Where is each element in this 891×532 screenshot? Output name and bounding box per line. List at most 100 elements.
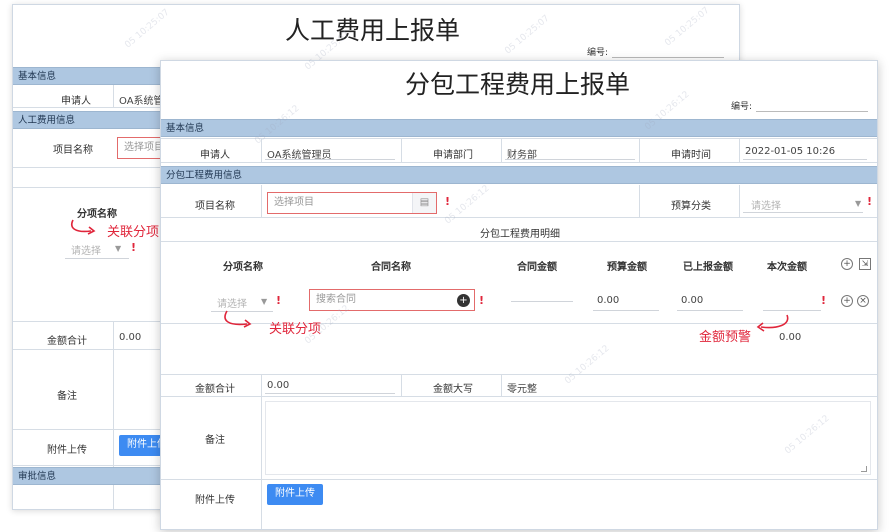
required-icon: !	[131, 241, 137, 254]
current-amount-field[interactable]	[763, 310, 821, 311]
annotation-amount-warning: 金额预警	[699, 330, 752, 345]
remark-label: 备注	[205, 435, 225, 446]
remark-textarea[interactable]	[265, 401, 871, 475]
attachment-label: 附件上传	[195, 495, 235, 506]
divider	[505, 159, 635, 160]
total-label: 金额合计	[195, 384, 235, 395]
column-contract-name: 合同名称	[371, 262, 411, 273]
divider	[161, 396, 877, 397]
required-icon: !	[867, 195, 873, 208]
detail-sum-amount: 0.00	[779, 332, 802, 343]
required-icon: !	[276, 294, 282, 307]
labor-total-value: 0.00	[119, 332, 142, 343]
column-current-amount: 本次金额	[767, 262, 807, 273]
subcontract-cost-form: 分包工程费用上报单 编号: 基本信息 申请人 OA系统管理员 申请部门 财务部 …	[160, 60, 878, 530]
column-contract-amount: 合同金额	[517, 262, 557, 273]
insert-row-icon[interactable]: +	[841, 295, 853, 307]
labor-applicant-label: 申请人	[61, 96, 91, 107]
divider	[739, 138, 740, 162]
row-item-select[interactable]: 请选择	[217, 295, 247, 310]
labor-form-title: 人工费用上报单	[285, 16, 461, 45]
divider	[261, 138, 262, 162]
capital-amount-value: 零元整	[507, 384, 537, 395]
row-budget-amount: 0.00	[597, 295, 620, 306]
annotation-link-item: 关联分项	[269, 322, 322, 337]
project-placeholder: 选择项目	[274, 197, 314, 208]
subcontract-serial-label: 编号:	[731, 102, 753, 112]
divider	[265, 393, 395, 394]
project-input[interactable]: 选择项目 ▤	[267, 192, 437, 214]
chevron-down-icon: ▼	[261, 297, 268, 306]
divider	[743, 212, 863, 213]
divider	[401, 138, 402, 162]
budget-category-select[interactable]: 请选择	[751, 197, 781, 212]
import-icon[interactable]: ⇲	[859, 258, 871, 270]
divider	[739, 185, 740, 217]
divider	[677, 310, 743, 311]
curved-arrow-icon	[71, 219, 96, 235]
labor-project-label: 项目名称	[53, 145, 93, 156]
resize-handle-icon[interactable]	[861, 466, 867, 472]
subcontract-form-title: 分包工程费用上报单	[405, 70, 631, 99]
labor-total-label: 金额合计	[47, 336, 87, 347]
add-contract-icon[interactable]: +	[457, 294, 470, 307]
subcontract-basic-section: 基本信息	[161, 119, 877, 137]
labor-project-placeholder: 选择项目	[124, 142, 164, 153]
time-label: 申请时间	[671, 150, 711, 161]
subcontract-info-section: 分包工程费用信息	[161, 166, 877, 184]
project-label: 项目名称	[195, 201, 235, 212]
document-icon[interactable]: ▤	[412, 193, 436, 213]
labor-serial: 编号:	[587, 45, 725, 58]
delete-row-icon[interactable]: ×	[857, 295, 869, 307]
labor-serial-field	[612, 49, 725, 58]
labor-item-select[interactable]: 请选择	[71, 242, 101, 257]
divider	[501, 374, 502, 396]
divider	[161, 374, 877, 375]
labor-serial-label: 编号:	[587, 48, 609, 58]
subcontract-serial-field	[756, 103, 869, 112]
divider	[401, 374, 402, 396]
column-budget-amount: 预算金额	[607, 262, 647, 273]
divider	[639, 138, 640, 162]
chevron-down-icon: ▼	[115, 244, 122, 253]
divider	[161, 138, 877, 139]
contract-amount-field	[511, 301, 573, 302]
divider	[743, 159, 867, 160]
column-reported-amount: 已上报金额	[683, 262, 733, 273]
divider	[639, 185, 640, 217]
upload-button[interactable]: 附件上传	[267, 484, 323, 505]
chevron-down-icon: ▼	[855, 199, 862, 208]
dept-label: 申请部门	[433, 150, 473, 161]
divider	[65, 258, 129, 259]
budget-category-label: 预算分类	[671, 201, 711, 212]
divider	[265, 159, 395, 160]
required-icon: !	[821, 294, 827, 307]
time-value: 2022-01-05 10:26	[745, 146, 836, 157]
row-reported-amount: 0.00	[681, 295, 704, 306]
divider	[161, 162, 877, 163]
required-icon: !	[445, 195, 451, 208]
divider	[501, 138, 502, 162]
labor-annotation-link-item: 关联分项	[107, 225, 160, 240]
divider	[161, 479, 877, 480]
add-row-icon[interactable]: +	[841, 258, 853, 270]
labor-attachment-label: 附件上传	[47, 445, 87, 456]
divider	[261, 374, 262, 529]
divider	[593, 310, 659, 311]
total-value: 0.00	[267, 380, 290, 391]
labor-applicant-value: OA系统管	[119, 96, 164, 107]
detail-title: 分包工程费用明细	[480, 229, 560, 240]
divider	[161, 217, 877, 218]
capital-amount-label: 金额大写	[433, 384, 473, 395]
contract-search-input[interactable]: 搜索合同	[309, 289, 475, 311]
subcontract-serial: 编号:	[731, 99, 869, 112]
divider	[161, 241, 877, 242]
divider	[261, 185, 262, 217]
contract-search-placeholder: 搜索合同	[316, 294, 356, 305]
column-item-name: 分项名称	[223, 262, 263, 273]
divider	[113, 85, 114, 107]
labor-remark-label: 备注	[57, 391, 77, 402]
required-icon: !	[479, 294, 485, 307]
applicant-label: 申请人	[200, 150, 230, 161]
curved-arrow-icon	[224, 310, 252, 328]
